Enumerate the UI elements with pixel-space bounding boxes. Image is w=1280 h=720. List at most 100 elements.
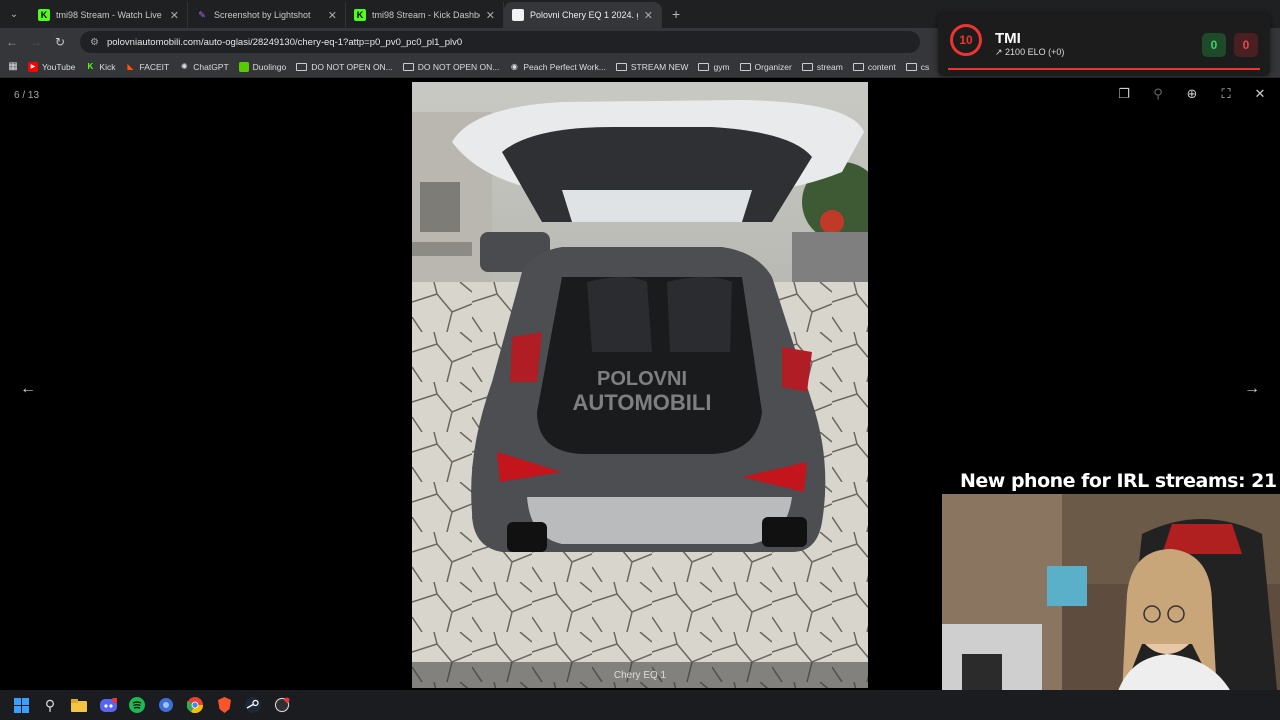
faceit-elo-widget: 10 TMI ↗ 2100 ELO (+0) 0 0 xyxy=(938,14,1270,76)
close-tab-icon[interactable]: ✕ xyxy=(486,9,495,22)
duolingo-icon xyxy=(238,61,249,72)
tab-title: Polovni Chery EQ 1 2024. god. 1 xyxy=(530,10,638,20)
bookmark-label: Organizer xyxy=(754,61,792,72)
folder-icon xyxy=(852,62,864,71)
bookmark-label: content xyxy=(867,61,896,72)
tab-kick-dashboard[interactable]: K tmi98 Stream - Kick Dashboard ✕ xyxy=(346,2,504,28)
bookmark-label: DO NOT OPEN ON... xyxy=(311,61,393,72)
back-icon[interactable]: ← xyxy=(0,35,24,49)
image-caption: Chery EQ 1 xyxy=(412,662,868,688)
bookmark-folder[interactable]: gym xyxy=(698,61,730,72)
bookmark-folder[interactable]: DO NOT OPEN ON... xyxy=(296,62,393,72)
polovni-icon xyxy=(512,9,524,21)
close-tab-icon[interactable]: ✕ xyxy=(170,9,179,22)
chrome-icon[interactable] xyxy=(186,696,204,714)
taskbar: ⚲ xyxy=(0,690,1280,720)
bookmark-folder[interactable]: DO NOT OPEN ON... xyxy=(402,61,500,72)
spotify-icon[interactable] xyxy=(128,696,146,714)
bookmark-kick[interactable]: K Kick xyxy=(85,61,116,72)
next-image-arrow[interactable]: → xyxy=(1244,380,1260,398)
folder-icon xyxy=(615,62,627,71)
bookmark-folder[interactable]: stream xyxy=(801,61,843,72)
bookmark-label: Kick xyxy=(99,61,116,72)
bookmark-folder[interactable]: cs xyxy=(905,61,930,72)
bookmark-label: YouTube xyxy=(42,61,76,72)
windows-start-icon[interactable] xyxy=(12,696,30,714)
new-tab-button[interactable]: + xyxy=(662,6,690,28)
bookmark-label: STREAM NEW xyxy=(630,61,689,72)
folder-icon xyxy=(698,62,710,71)
bookmark-folder[interactable]: content xyxy=(852,61,896,72)
close-tab-icon[interactable]: ✕ xyxy=(328,9,337,22)
steam-icon[interactable] xyxy=(244,696,262,714)
tab-title: Screenshot by Lightshot xyxy=(214,10,311,20)
kick-icon: K xyxy=(87,62,94,71)
tab-title: tmi98 Stream - Kick Dashboard xyxy=(372,10,480,20)
tab-polovni[interactable]: Polovni Chery EQ 1 2024. god. 1 ✕ xyxy=(504,2,662,28)
prev-image-arrow[interactable]: ← xyxy=(20,380,36,398)
bookmark-youtube[interactable]: ▶ YouTube xyxy=(28,61,76,72)
bookmark-label: cs xyxy=(920,61,930,72)
elo-bar xyxy=(948,68,1260,70)
folder-icon xyxy=(739,62,751,71)
image-counter: 6 / 13 xyxy=(14,90,40,101)
viewer-toolbar: ❐ ⚲ ⊕ ⛶ ✕ xyxy=(1114,86,1270,102)
discord-icon[interactable] xyxy=(99,696,117,714)
bookmark-folder[interactable]: STREAM NEW xyxy=(615,61,689,72)
tab-kick-stream[interactable]: K tmi98 Stream - Watch Live on K ✕ xyxy=(30,2,188,28)
watermark-line1: POLOVNI xyxy=(597,368,687,390)
elo-text: ↗ 2100 ELO (+0) xyxy=(995,47,1064,58)
close-tab-icon[interactable]: ✕ xyxy=(644,9,653,22)
bookmark-label: stream xyxy=(816,61,843,72)
address-bar[interactable]: ⚙ polovniautomobili.com/auto-oglasi/2824… xyxy=(80,31,920,53)
obs-icon[interactable] xyxy=(273,696,291,714)
player-name: TMI xyxy=(995,30,1021,47)
bookmark-label: Duolingo xyxy=(252,61,287,72)
forward-icon[interactable]: → xyxy=(24,35,48,49)
peach-icon: ◉ xyxy=(510,62,518,71)
apps-icon[interactable]: ▦ xyxy=(8,61,18,72)
youtube-icon: ▶ xyxy=(28,61,38,72)
file-explorer-icon[interactable] xyxy=(70,696,88,714)
kick-icon: K xyxy=(354,9,366,21)
fullscreen-icon[interactable]: ⛶ xyxy=(1216,86,1236,102)
tab-search-icon[interactable]: ⌄ xyxy=(2,2,26,26)
bookmark-peach[interactable]: ◉ Peach Perfect Work... xyxy=(509,62,606,72)
wins-count: 0 xyxy=(1202,33,1226,57)
folder-icon xyxy=(296,62,308,71)
app-icon[interactable] xyxy=(157,696,175,714)
tab-lightshot[interactable]: ✎ Screenshot by Lightshot ✕ xyxy=(188,2,346,28)
zoom-in-icon[interactable]: ⊕ xyxy=(1182,86,1202,102)
level-badge: 10 xyxy=(950,24,982,56)
brave-icon[interactable] xyxy=(215,696,233,714)
gallery-icon[interactable]: ❐ xyxy=(1114,86,1134,102)
bookmark-label: FACEIT xyxy=(139,61,170,72)
bookmark-label: gym xyxy=(713,61,730,72)
folder-icon xyxy=(801,62,813,71)
trend-icon: ↗ xyxy=(995,47,1006,57)
bookmark-faceit[interactable]: ◣ FACEIT xyxy=(125,62,169,72)
losses-count: 0 xyxy=(1234,33,1258,57)
url-text: polovniautomobili.com/auto-oglasi/282491… xyxy=(106,36,463,48)
watermark-line2: AUTOMOBILI xyxy=(573,390,712,415)
bookmark-chatgpt[interactable]: ✺ ChatGPT xyxy=(179,61,229,72)
tab-title: tmi98 Stream - Watch Live on K xyxy=(56,10,164,20)
elo-value: 2100 ELO (+0) xyxy=(1005,47,1065,57)
screen: ⌄ K tmi98 Stream - Watch Live on K ✕ ✎ S… xyxy=(0,0,1280,720)
zoom-out-icon[interactable]: ⚲ xyxy=(1148,86,1168,102)
chatgpt-icon: ✺ xyxy=(180,62,188,71)
search-icon[interactable]: ⚲ xyxy=(41,696,59,714)
reload-icon[interactable]: ↻ xyxy=(48,35,72,49)
bookmark-folder[interactable]: Organizer xyxy=(739,61,792,72)
car-photo[interactable]: POLOVNI AUTOMOBILI xyxy=(412,82,868,688)
bookmark-duolingo[interactable]: Duolingo xyxy=(238,61,287,72)
lightshot-icon: ✎ xyxy=(198,9,206,20)
bookmark-label: DO NOT OPEN ON... xyxy=(417,61,500,72)
close-icon[interactable]: ✕ xyxy=(1250,86,1270,102)
site-info-icon[interactable]: ⚙ xyxy=(90,37,99,48)
bookmark-label: ChatGPT xyxy=(193,61,229,72)
kick-icon: K xyxy=(38,9,50,21)
folder-icon xyxy=(402,62,414,71)
folder-icon xyxy=(905,62,917,71)
donation-goal: New phone for IRL streams: 21 / 300 xyxy=(960,470,1280,492)
